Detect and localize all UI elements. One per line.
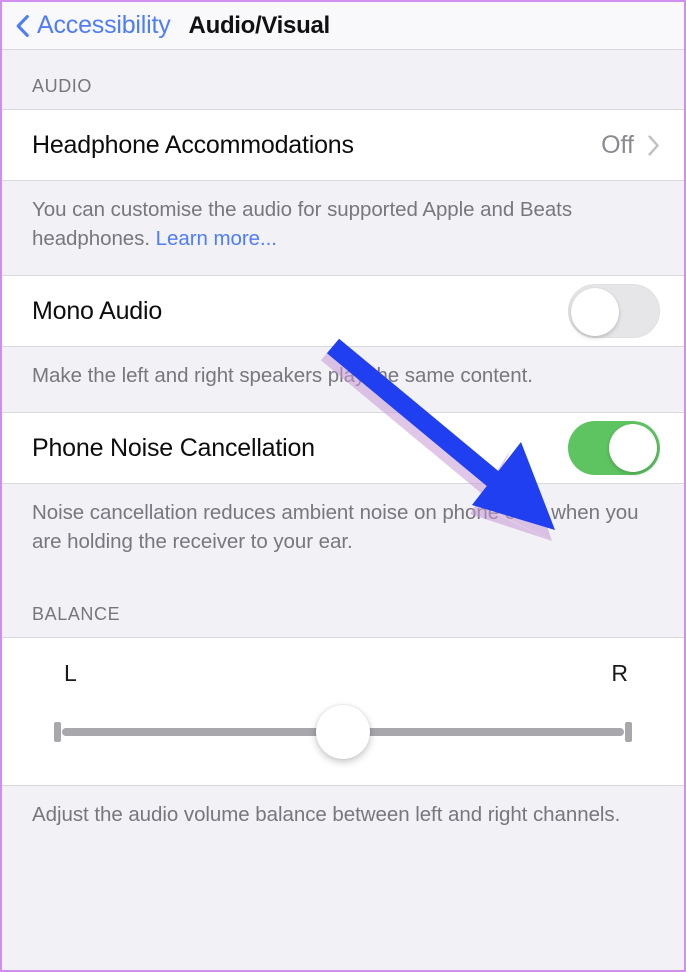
chevron-right-icon [648,134,659,156]
back-button[interactable]: Accessibility [16,13,171,38]
balance-right-label: R [611,660,628,686]
page-title: Audio/Visual [188,11,331,39]
footer-note-mono-audio: Make the left and right speakers play th… [2,347,684,412]
balance-left-label: L [64,660,77,686]
footer-note-text: You can customise the audio for supporte… [32,198,573,250]
phone-noise-cancellation-toggle[interactable] [568,421,660,475]
row-mono-audio[interactable]: Mono Audio [2,275,684,347]
settings-screen: Accessibility Audio/Visual AUDIO Headpho… [0,0,686,972]
toggle-knob [609,424,657,472]
mono-audio-toggle[interactable] [568,284,660,338]
learn-more-link[interactable]: Learn more... [156,227,277,250]
row-label: Headphone Accommodations [32,130,354,159]
slider-cap-left [54,722,61,742]
footer-note-headphone: You can customise the audio for supporte… [2,181,684,275]
row-label: Mono Audio [32,296,163,325]
footer-note-balance: Adjust the audio volume balance between … [2,786,684,847]
balance-endpoint-labels: L R [2,660,684,687]
footer-note-noise-cancellation: Noise cancellation reduces ambient noise… [2,484,684,578]
row-headphone-accommodations[interactable]: Headphone Accommodations Off [2,109,684,181]
navigation-bar: Accessibility Audio/Visual [2,2,684,50]
slider-cap-right [625,722,632,742]
balance-slider[interactable] [54,705,632,759]
row-phone-noise-cancellation[interactable]: Phone Noise Cancellation [2,412,684,484]
balance-slider-row: L R [2,637,684,786]
chevron-left-icon [16,14,29,37]
row-label: Phone Noise Cancellation [32,433,315,462]
toggle-knob [571,288,619,336]
row-value: Off [601,130,634,159]
section-header-audio: AUDIO [2,50,684,109]
section-header-balance: BALANCE [2,578,684,637]
slider-thumb[interactable] [316,705,370,759]
back-button-label: Accessibility [37,11,171,39]
